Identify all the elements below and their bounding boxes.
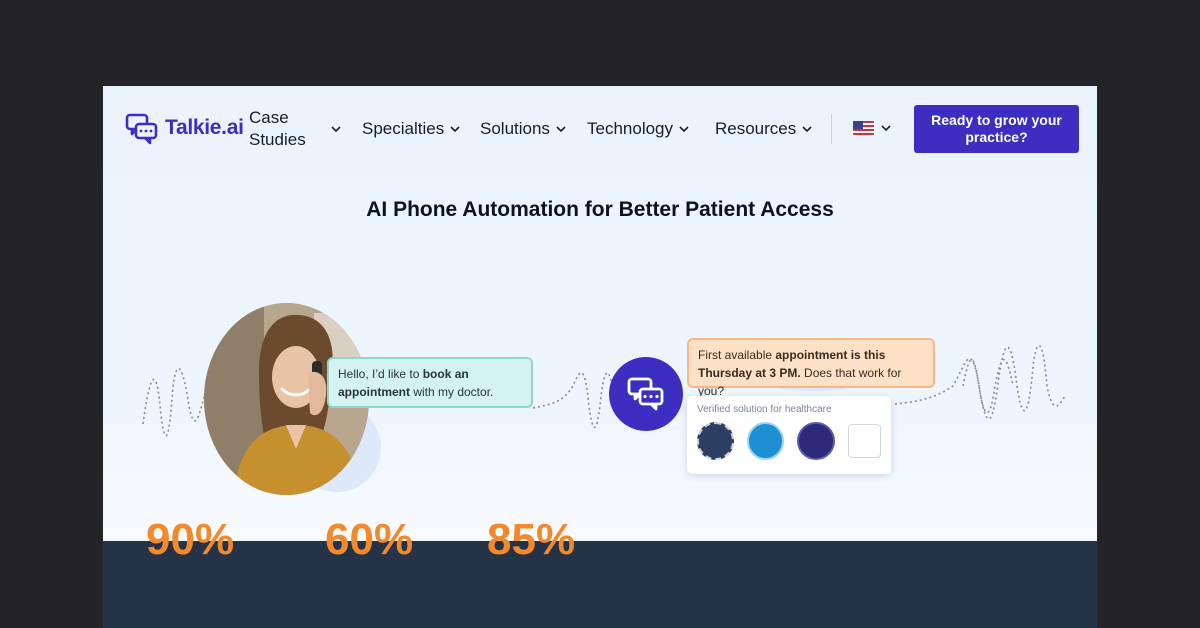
patient-message-text-end: with my doctor.	[410, 385, 494, 399]
stat-value: 85%	[487, 515, 576, 564]
page-frame: Talkie.ai Case Studies Specialties Solut…	[103, 86, 1097, 628]
stats-band	[103, 541, 1097, 628]
verified-solution-card: Verified solution for healthcare	[687, 396, 891, 474]
stat-value: 60%	[325, 515, 414, 564]
business-partner-badge-icon	[797, 422, 835, 460]
bot-avatar	[609, 357, 683, 431]
aicpa-soc-badge-icon	[747, 422, 785, 460]
hero-section: Talkie.ai Case Studies Specialties Solut…	[103, 86, 1097, 541]
google-for-startups-badge-icon	[847, 424, 881, 458]
patient-message-bubble: Hello, I’d like to book an appointment w…	[327, 357, 533, 408]
assistant-message-text: First available	[698, 348, 776, 362]
hipaa-badge-icon	[697, 422, 735, 460]
patient-message-text: Hello, I’d like to	[338, 367, 423, 381]
hero-illustration: Hello, I’d like to book an appointment w…	[103, 86, 1097, 541]
stat-value: 90%	[146, 515, 235, 564]
certification-badges	[697, 422, 881, 460]
verified-label: Verified solution for healthcare	[697, 404, 832, 415]
assistant-message-bubble: First available appointment is this Thur…	[687, 338, 935, 398]
chat-bubbles-icon	[627, 377, 664, 411]
